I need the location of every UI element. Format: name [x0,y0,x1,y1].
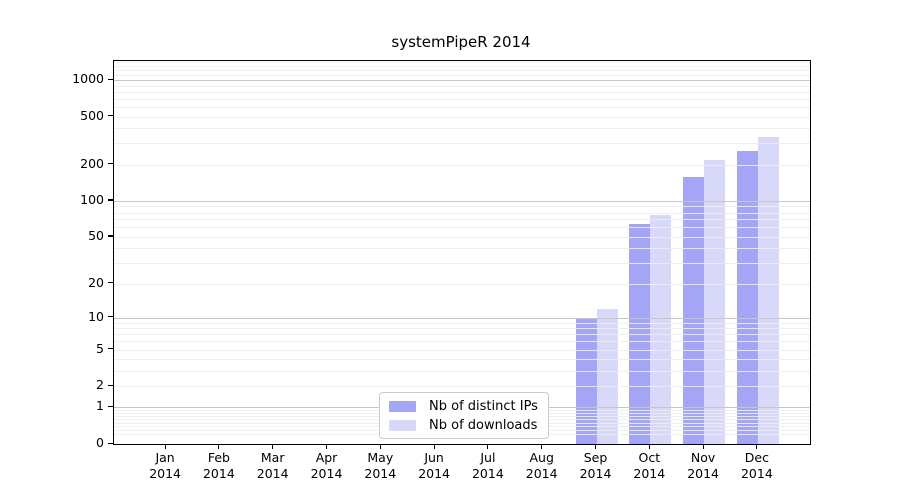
y-tick-label: 5 [44,341,104,357]
y-tick [108,79,113,80]
y-tick [108,348,113,349]
gridline-minor [114,70,810,71]
y-tick [108,282,113,283]
bar-oct-downloads [650,215,671,444]
y-tick-label: 10 [44,309,104,325]
y-tick [108,115,113,116]
bar-nov-distinct-ips [683,177,704,444]
bar-sep-downloads [597,309,618,444]
y-tick-label: 200 [44,156,104,172]
x-tick [487,445,488,450]
bar-sep-distinct-ips [576,318,597,444]
x-tick [595,445,596,450]
x-tick [541,445,542,450]
x-tick [649,445,650,450]
bar-oct-distinct-ips [629,224,650,444]
gridline-minor [114,86,810,87]
legend-label-distinct-ips: Nb of distinct IPs [429,399,538,414]
figure: systemPipeR 2014 10005002001005020105210… [0,0,900,500]
y-tick [108,199,113,200]
y-tick [108,406,113,407]
y-tick-label: 500 [44,108,104,124]
x-tick [756,445,757,450]
y-tick-label: 1000 [44,71,104,87]
gridline-minor [114,107,810,108]
y-tick [108,443,113,444]
legend-item-downloads: Nb of downloads [389,417,538,433]
y-tick-label: 100 [44,192,104,208]
y-tick [108,316,113,317]
x-tick-label: Dec 2014 [725,450,789,482]
x-tick [326,445,327,450]
x-tick [218,445,219,450]
gridline-minor [114,143,810,144]
y-tick-label: 1 [44,398,104,414]
legend: Nb of distinct IPs Nb of downloads [379,392,549,439]
y-tick [108,385,113,386]
y-tick-label: 2 [44,377,104,393]
gridline-major [114,80,810,81]
bar-dec-downloads [758,137,779,444]
legend-item-distinct-ips: Nb of distinct IPs [389,398,538,414]
gridline-minor [114,66,810,67]
legend-swatch-downloads [389,420,416,431]
legend-label-downloads: Nb of downloads [429,418,537,433]
bar-dec-distinct-ips [737,151,758,444]
bar-nov-downloads [704,160,725,444]
x-tick [165,445,166,450]
x-tick [272,445,273,450]
x-tick [434,445,435,450]
gridline-minor [114,128,810,129]
x-tick [703,445,704,450]
y-tick-label: 50 [44,228,104,244]
gridline-minor [114,117,810,118]
y-tick [108,163,113,164]
gridline-minor [114,62,810,63]
y-tick-label: 0 [44,435,104,451]
chart-title: systemPipeR 2014 [113,33,809,51]
gridline-minor [114,92,810,93]
y-tick-label: 20 [44,275,104,291]
gridline-minor [114,75,810,76]
legend-swatch-distinct-ips [389,401,416,412]
plot-area [113,60,811,445]
gridline-minor [114,99,810,100]
y-tick [108,235,113,236]
x-tick [380,445,381,450]
